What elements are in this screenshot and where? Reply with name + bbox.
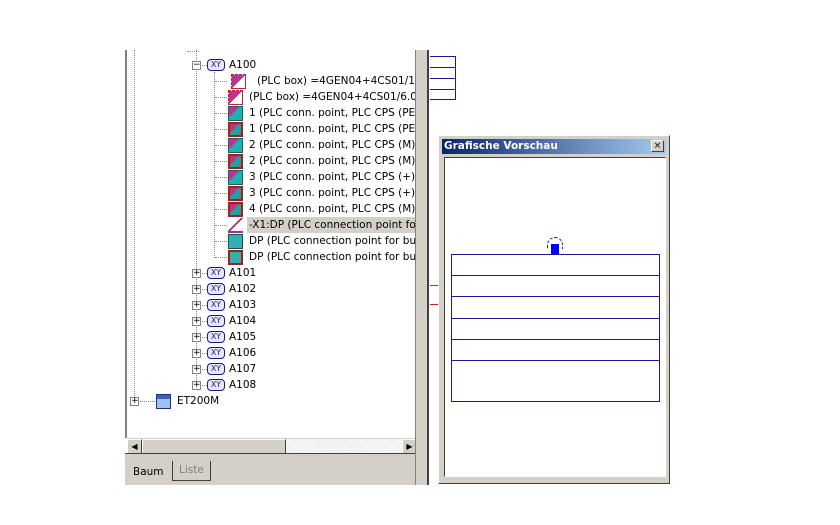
preview-dialog: Grafische Vorschau × (438, 135, 670, 484)
component-icon (228, 250, 243, 265)
tree-line (187, 51, 199, 52)
tree-line (215, 129, 227, 130)
tree-item-a104[interactable]: A104 (229, 313, 256, 329)
preview-row (451, 296, 660, 318)
tree-item[interactable]: (PLC box) =4GEN04+4CS01/6.0 (247, 89, 417, 105)
tree-item-a106[interactable]: A106 (229, 345, 256, 361)
expand-icon[interactable]: + (192, 285, 201, 294)
panel-splitter[interactable] (415, 50, 429, 485)
component-icon (228, 170, 243, 185)
tree-line (215, 145, 227, 146)
tab-baum[interactable]: Baum (127, 458, 170, 484)
preview-row (451, 360, 660, 402)
dialog-title-bar[interactable]: Grafische Vorschau × (442, 139, 666, 154)
tree-item-a105[interactable]: A105 (229, 329, 256, 345)
tree-item-a108[interactable]: A108 (229, 377, 256, 393)
xy-icon: XY (207, 267, 225, 279)
tree-line (215, 225, 227, 226)
tree-line (215, 193, 227, 194)
tree-item[interactable]: 3 (PLC conn. point, PLC CPS (+)) = (247, 185, 417, 201)
dialog-title: Grafische Vorschau (444, 140, 558, 152)
component-icon (228, 202, 243, 217)
tree-line (140, 401, 157, 402)
tree-item[interactable]: 4 (PLC conn. point, PLC CPS (M)) = (247, 201, 417, 217)
xy-icon: XY (207, 283, 225, 295)
tree-line (215, 241, 227, 242)
tree-line (215, 209, 227, 210)
expand-icon[interactable]: + (192, 317, 201, 326)
tree-line (214, 72, 215, 258)
connector-pin-icon (551, 244, 559, 254)
tree-item-a107[interactable]: A107 (229, 361, 256, 377)
tree-item[interactable]: 3 (PLC conn. point, PLC CPS (+)) = (247, 169, 417, 185)
tree-item-a100[interactable]: A100 (229, 57, 256, 73)
tab-liste[interactable]: Liste (172, 461, 211, 481)
xy-icon: XY (207, 299, 225, 311)
tree-item-a101[interactable]: A101 (229, 265, 256, 281)
component-icon (228, 218, 243, 233)
collapse-icon[interactable]: − (192, 61, 201, 70)
xy-icon: XY (207, 331, 225, 343)
tree-item-a103[interactable]: A103 (229, 297, 256, 313)
expand-icon[interactable]: + (130, 397, 139, 406)
tree-item[interactable]: -X1:DP (PLC connection point for bus (247, 217, 417, 233)
component-icon (228, 106, 243, 121)
tree-line (215, 161, 227, 162)
tree-item[interactable]: 2 (PLC conn. point, PLC CPS (M)) = (247, 137, 417, 153)
component-icon (228, 154, 243, 169)
xy-icon: XY (207, 59, 225, 71)
xy-icon: XY (207, 379, 225, 391)
component-icon (231, 74, 246, 89)
component-icon (228, 234, 243, 249)
expand-icon[interactable]: + (192, 349, 201, 358)
expand-icon[interactable]: + (192, 381, 201, 390)
expand-icon[interactable]: + (192, 301, 201, 310)
horizontal-scrollbar[interactable]: ◀ ▶ (127, 438, 417, 454)
preview-row (451, 339, 660, 360)
preview-row (451, 275, 660, 296)
expand-icon[interactable]: + (192, 365, 201, 374)
tree-item[interactable]: 1 (PLC conn. point, PLC CPS (PE)) = (247, 121, 417, 137)
close-button[interactable]: × (651, 140, 664, 152)
component-icon (228, 186, 243, 201)
preview-row (451, 318, 660, 339)
xy-icon: XY (207, 315, 225, 327)
schematic-line (430, 304, 438, 305)
tree-line (215, 97, 227, 98)
expand-icon[interactable]: + (192, 269, 201, 278)
tree-line (215, 177, 227, 178)
xy-icon: XY (207, 363, 225, 375)
schematic-table (430, 56, 456, 100)
tree-item[interactable]: 2 (PLC conn. point, PLC CPS (M)) = (247, 153, 417, 169)
rack-icon (156, 394, 171, 409)
expand-icon[interactable]: + (192, 333, 201, 342)
tree-item[interactable]: DP (PLC connection point for bus ca (247, 233, 417, 249)
tab-bar: Baum Liste (125, 453, 417, 485)
scroll-thumb[interactable] (142, 439, 286, 454)
tree-line (134, 50, 135, 402)
preview-canvas (444, 157, 666, 477)
tree-item[interactable]: DP (PLC connection point for bus ca (247, 249, 417, 265)
component-icon (228, 138, 243, 153)
tree-line (215, 257, 227, 258)
tree-item-et200m[interactable]: ET200M (177, 393, 219, 409)
tree-line (215, 81, 227, 82)
component-icon (228, 90, 243, 105)
component-icon (228, 122, 243, 137)
tree-item-a102[interactable]: A102 (229, 281, 256, 297)
xy-icon: XY (207, 347, 225, 359)
tree-line (215, 113, 227, 114)
tree-item[interactable]: 1 (PLC conn. point, PLC CPS (PE)) = (247, 105, 417, 121)
tree-view[interactable]: − XY A100 (PLC box) =4GEN04+4CS01/1.0 (PLC b… (125, 50, 417, 438)
tree-item[interactable]: (PLC box) =4GEN04+4CS01/1.0 (255, 73, 417, 89)
preview-row (451, 254, 660, 275)
schematic-line (430, 285, 438, 286)
scroll-left-button[interactable]: ◀ (127, 439, 142, 454)
